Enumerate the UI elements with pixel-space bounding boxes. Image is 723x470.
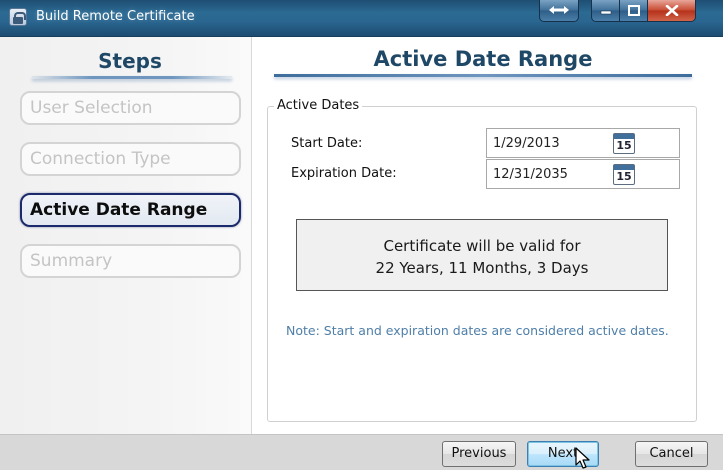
minimize-icon <box>600 10 611 15</box>
step-active-date-range[interactable]: Active Date Range <box>20 193 241 227</box>
page-title-divider <box>274 74 692 77</box>
window-title: Build Remote Certificate <box>36 9 195 24</box>
expiration-date-picker[interactable]: 12/31/2035 15 <box>486 159 680 189</box>
lock-icon <box>9 8 27 26</box>
title-bar: Build Remote Certificate <box>0 0 723 37</box>
step-summary[interactable]: Summary <box>20 244 241 278</box>
validity-summary-line1: Certificate will be valid for <box>383 237 581 255</box>
active-dates-note: Note: Start and expiration dates are con… <box>286 323 669 338</box>
start-date-label: Start Date: <box>291 136 363 151</box>
close-icon <box>665 5 678 16</box>
mouse-cursor-icon <box>575 447 590 469</box>
validity-duration: 22 Years, 11 Months, 3 Days <box>375 259 589 277</box>
validity-summary: Certificate will be valid for 22 Years, … <box>296 219 668 291</box>
previous-button[interactable]: Previous <box>442 441 516 467</box>
button-bar <box>0 434 723 470</box>
calendar-icon[interactable]: 15 <box>613 164 635 185</box>
start-date-value: 1/29/2013 <box>493 136 560 151</box>
steps-title-divider <box>32 76 232 79</box>
calendar-icon[interactable]: 15 <box>613 133 635 154</box>
start-date-picker[interactable]: 1/29/2013 15 <box>486 128 680 158</box>
switch-window-button[interactable] <box>539 0 579 22</box>
swap-arrows-icon <box>549 6 569 14</box>
expiration-date-label: Expiration Date: <box>291 166 397 181</box>
expiration-date-value: 12/31/2035 <box>493 167 568 182</box>
minimize-button[interactable] <box>591 0 620 22</box>
cancel-button[interactable]: Cancel <box>635 441 708 467</box>
steps-title: Steps <box>98 49 162 73</box>
step-user-selection[interactable]: User Selection <box>20 91 241 125</box>
close-button[interactable] <box>648 0 696 22</box>
active-dates-group-label: Active Dates <box>274 98 363 113</box>
maximize-button[interactable] <box>620 0 648 22</box>
step-connection-type[interactable]: Connection Type <box>20 142 241 176</box>
page-title: Active Date Range <box>373 47 593 71</box>
maximize-icon <box>627 5 640 16</box>
